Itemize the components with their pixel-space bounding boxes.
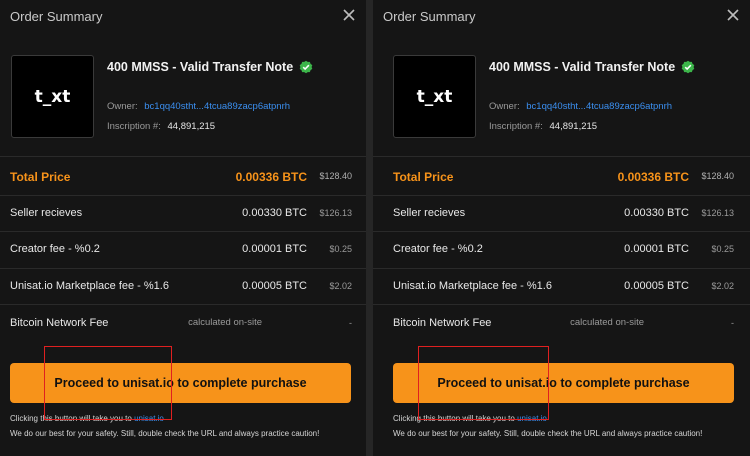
inscription-thumbnail: t_xt	[11, 55, 94, 138]
divider	[373, 195, 750, 196]
total-price-btc: 0.00336 BTC	[617, 170, 689, 184]
inscription-label: Inscription #:	[489, 121, 543, 132]
divider	[0, 268, 366, 269]
total-price-btc: 0.00336 BTC	[235, 170, 307, 184]
panel-separator	[366, 0, 373, 456]
seller-row: Seller recieves 0.00330 BTC $126.13	[10, 207, 352, 225]
order-summary-panel-right: Order Summary t_xt 400 MMSS - Valid Tran…	[373, 0, 750, 456]
inscription-number: 44,891,215	[167, 121, 216, 132]
creator-fee-btc: 0.00001 BTC	[242, 243, 307, 255]
total-price-row: Total Price 0.00336 BTC $128.40	[393, 170, 734, 188]
highlight-box	[418, 346, 549, 420]
divider	[0, 304, 366, 305]
network-fee-value: calculated on-site	[570, 317, 644, 328]
owner-label: Owner:	[107, 101, 138, 112]
divider	[0, 195, 366, 196]
close-icon[interactable]	[726, 8, 740, 22]
total-price-usd: $128.40	[701, 171, 734, 181]
marketplace-fee-label: Unisat.io Marketplace fee - %1.6	[393, 280, 552, 292]
order-summary-panel-left: Order Summary t_xt 400 MMSS - Valid Tran…	[0, 0, 366, 456]
inscription-label: Inscription #:	[107, 121, 161, 132]
seller-usd: $126.13	[319, 208, 352, 218]
thumbnail-text: t_xt	[34, 86, 71, 107]
divider	[0, 156, 366, 157]
seller-label: Seller recieves	[393, 207, 466, 219]
owner-row: Owner: bc1qq40stht...4tcua89zacp6atpnrh	[489, 101, 672, 112]
marketplace-fee-btc: 0.00005 BTC	[624, 280, 689, 292]
marketplace-fee-row: Unisat.io Marketplace fee - %1.6 0.00005…	[393, 280, 734, 298]
verified-icon	[681, 60, 695, 74]
safety-note: We do our best for your safety. Still, d…	[10, 429, 320, 438]
panel-header: Order Summary	[10, 9, 356, 29]
inscription-row: Inscription #: 44,891,215	[489, 121, 597, 132]
close-icon[interactable]	[342, 8, 356, 22]
marketplace-fee-row: Unisat.io Marketplace fee - %1.6 0.00005…	[10, 280, 352, 298]
inscription-thumbnail: t_xt	[393, 55, 476, 138]
network-fee-label: Bitcoin Network Fee	[393, 317, 492, 329]
owner-address-link[interactable]: bc1qq40stht...4tcua89zacp6atpnrh	[526, 101, 672, 112]
item-title: 400 MMSS - Valid Transfer Note	[489, 60, 676, 74]
total-price-label: Total Price	[10, 170, 71, 184]
marketplace-fee-btc: 0.00005 BTC	[242, 280, 307, 292]
seller-usd: $126.13	[701, 208, 734, 218]
marketplace-fee-usd: $2.02	[329, 281, 352, 291]
owner-label: Owner:	[489, 101, 520, 112]
network-fee-value: calculated on-site	[188, 317, 262, 328]
network-fee-row: Bitcoin Network Fee calculated on-site -	[10, 317, 352, 335]
inscription-number: 44,891,215	[549, 121, 598, 132]
inscription-row: Inscription #: 44,891,215	[107, 121, 215, 132]
item-title-row: 400 MMSS - Valid Transfer Note	[107, 60, 313, 74]
creator-fee-usd: $0.25	[329, 244, 352, 254]
creator-fee-btc: 0.00001 BTC	[624, 243, 689, 255]
panel-header: Order Summary	[383, 9, 740, 29]
network-fee-usd: -	[349, 318, 352, 328]
marketplace-fee-label: Unisat.io Marketplace fee - %1.6	[10, 280, 169, 292]
seller-btc: 0.00330 BTC	[624, 207, 689, 219]
item-title-row: 400 MMSS - Valid Transfer Note	[489, 60, 695, 74]
creator-fee-label: Creator fee - %0.2	[10, 243, 100, 255]
safety-note: We do our best for your safety. Still, d…	[393, 429, 703, 438]
divider	[373, 231, 750, 232]
total-price-usd: $128.40	[319, 171, 352, 181]
highlight-box	[44, 346, 172, 420]
total-price-row: Total Price 0.00336 BTC $128.40	[10, 170, 352, 188]
seller-btc: 0.00330 BTC	[242, 207, 307, 219]
item-title: 400 MMSS - Valid Transfer Note	[107, 60, 294, 74]
network-fee-label: Bitcoin Network Fee	[10, 317, 109, 329]
total-price-label: Total Price	[393, 170, 454, 184]
network-fee-row: Bitcoin Network Fee calculated on-site -	[393, 317, 734, 335]
creator-fee-row: Creator fee - %0.2 0.00001 BTC $0.25	[10, 243, 352, 261]
divider	[373, 156, 750, 157]
divider	[373, 304, 750, 305]
creator-fee-row: Creator fee - %0.2 0.00001 BTC $0.25	[393, 243, 734, 261]
divider	[0, 231, 366, 232]
panel-title: Order Summary	[10, 9, 103, 24]
creator-fee-label: Creator fee - %0.2	[393, 243, 483, 255]
seller-label: Seller recieves	[10, 207, 83, 219]
divider	[373, 268, 750, 269]
seller-row: Seller recieves 0.00330 BTC $126.13	[393, 207, 734, 225]
panel-title: Order Summary	[383, 9, 476, 24]
thumbnail-text: t_xt	[416, 86, 453, 107]
verified-icon	[299, 60, 313, 74]
network-fee-usd: -	[731, 318, 734, 328]
owner-address-link[interactable]: bc1qq40stht...4tcua89zacp6atpnrh	[144, 101, 290, 112]
marketplace-fee-usd: $2.02	[711, 281, 734, 291]
creator-fee-usd: $0.25	[711, 244, 734, 254]
owner-row: Owner: bc1qq40stht...4tcua89zacp6atpnrh	[107, 101, 290, 112]
